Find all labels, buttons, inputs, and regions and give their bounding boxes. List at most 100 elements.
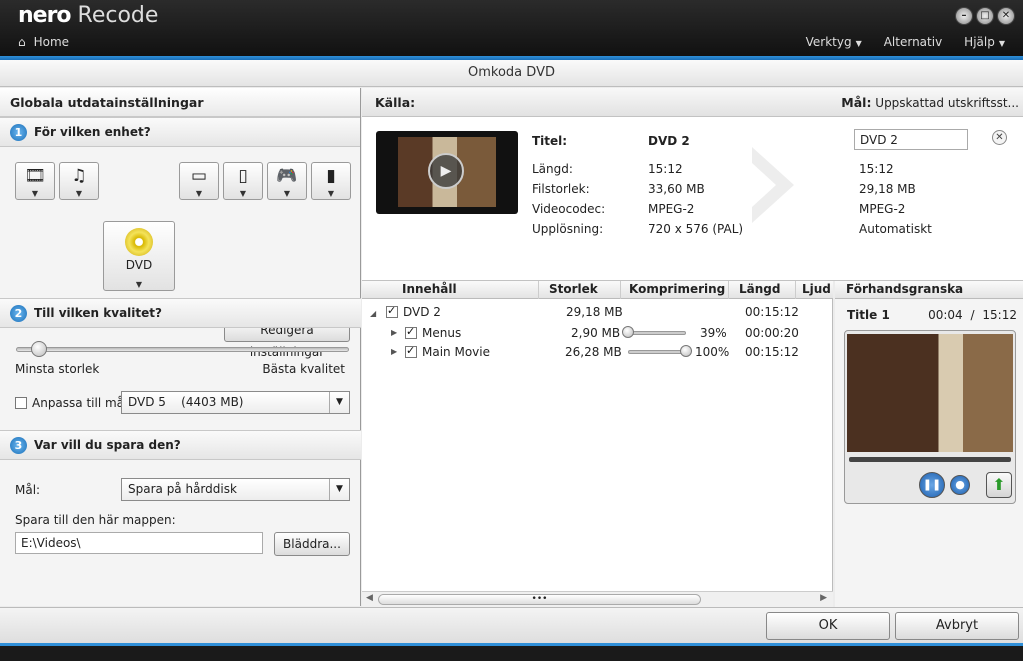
row-length: 00:00:20 — [745, 326, 799, 340]
row-checkbox[interactable] — [405, 325, 417, 339]
row-name: Menus — [422, 326, 462, 340]
section-device-title: För vilken enhet? — [34, 125, 151, 139]
chevron-down-icon: ▼ — [329, 392, 349, 413]
source-thumbnail[interactable]: ▶ — [376, 131, 518, 214]
folder-path-input[interactable]: E:\Videos\ — [15, 532, 263, 554]
play-icon[interactable]: ▶ — [428, 153, 464, 189]
preview-video[interactable] — [847, 334, 1013, 452]
horizontal-scrollbar[interactable]: ◀ ••• ▶ — [362, 591, 833, 607]
col-content[interactable]: Innehåll — [362, 281, 539, 299]
fit-to-target-checkbox[interactable] — [15, 397, 27, 409]
col-size[interactable]: Storlek — [539, 281, 621, 299]
quality-max-label: Bästa kvalitet — [262, 362, 345, 376]
chevron-left-icon[interactable]: ◀ — [366, 593, 373, 603]
device-game-button[interactable]: 🎮 ▼ — [267, 162, 307, 200]
close-icon[interactable]: ✕ — [997, 7, 1015, 25]
home-link[interactable]: ⌂ Home — [18, 35, 69, 49]
target-select[interactable]: Spara på hårddisk ▼ — [121, 478, 350, 501]
compression-slider-knob[interactable] — [622, 326, 634, 338]
target-codec: MPEG-2 — [859, 202, 906, 216]
chevron-down-icon: ▼ — [327, 189, 335, 198]
chevron-down-icon: ▼ — [283, 189, 291, 198]
section-save-title: Var vill du spara den? — [34, 438, 181, 452]
section-device: 1 För vilken enhet? — [0, 117, 360, 147]
menu-tools-label: Verktyg — [805, 35, 852, 49]
compression-slider[interactable] — [628, 350, 686, 354]
collapse-icon[interactable]: ◢ — [370, 309, 376, 318]
row-checkbox[interactable] — [405, 344, 417, 358]
label-codec: Videocodec: — [532, 202, 606, 216]
ok-button[interactable]: OK — [766, 612, 890, 640]
col-audio[interactable]: Ljud — [796, 281, 833, 299]
preview-total-time: 15:12 — [982, 308, 1017, 322]
preview-time-separator: / — [970, 308, 975, 322]
device-video-button[interactable]: 🎞 ▼ — [15, 162, 55, 200]
row-size: 2,90 MB — [571, 326, 621, 340]
minimize-icon[interactable]: – — [955, 7, 973, 25]
export-up-icon[interactable]: ⬆ — [986, 472, 1012, 498]
browse-button[interactable]: Bläddra... — [274, 532, 350, 556]
target-length: 15:12 — [859, 162, 894, 176]
title-bar: nero Recode ⌂ Home Verktyg ▼ Alternativ H… — [0, 0, 1023, 56]
row-compression: 100% — [695, 345, 730, 359]
device-player-button[interactable]: ▮ ▼ — [311, 162, 351, 200]
source-filesize: 33,60 MB — [648, 182, 705, 196]
scrollbar-thumb[interactable]: ••• — [378, 594, 701, 605]
expand-icon[interactable]: ▶ — [391, 347, 397, 356]
device-tv-button[interactable]: ▭ ▼ — [179, 162, 219, 200]
chevron-right-icon[interactable]: ▶ — [820, 593, 827, 603]
source-header-label: Källa: — [375, 95, 416, 110]
page-title: Omkoda DVD — [0, 60, 1023, 87]
step-2-badge: 2 — [10, 304, 27, 322]
device-audio-button[interactable]: ♫ ▼ — [59, 162, 99, 200]
content-table: Innehåll Storlek Komprimering Längd Ljud… — [362, 281, 833, 591]
fit-target-value: DVD 5 (4403 MB) — [128, 395, 244, 409]
source-resolution: 720 x 576 (PAL) — [648, 222, 744, 236]
maximize-icon[interactable]: □ — [976, 7, 994, 25]
menu-alternatives[interactable]: Alternativ — [884, 35, 942, 49]
label-length: Längd: — [532, 162, 573, 176]
menu-help-label: Hjälp — [964, 35, 995, 49]
chevron-down-icon: ▼ — [195, 189, 203, 198]
target-title-input[interactable]: DVD 2 — [854, 129, 968, 150]
preview-title: Title 1 — [847, 308, 890, 322]
pause-icon[interactable]: ❚❚ — [919, 472, 945, 498]
compression-slider-knob[interactable] — [680, 345, 692, 357]
device-picker: 🎞 ▼ ♫ ▼ DVD ▼ ▭ ▼ ▯ ▼ 🎮 ▼ ▮ ▼ Redigera inställ… — [0, 147, 360, 359]
top-menu: Verktyg ▼ Alternativ Hjälp ▼ — [806, 35, 1005, 49]
preview-header: Förhandsgranska — [835, 281, 1023, 299]
section-save: 3 Var vill du spara den? — [0, 430, 361, 460]
preview-seekbar[interactable] — [849, 457, 1011, 462]
device-phone-button[interactable]: ▯ ▼ — [223, 162, 263, 200]
col-length[interactable]: Längd — [729, 281, 796, 299]
section-quality-title: Till vilken kvalitet? — [34, 306, 162, 320]
source-title: DVD 2 — [648, 134, 690, 148]
chevron-down-icon: ▼ — [239, 189, 247, 198]
col-compression[interactable]: Komprimering — [621, 281, 729, 299]
home-icon: ⌂ — [18, 35, 26, 49]
quality-slider[interactable] — [16, 347, 349, 352]
compression-slider[interactable] — [628, 331, 686, 335]
stop-icon[interactable]: ● — [950, 475, 970, 495]
row-checkbox[interactable] — [386, 304, 398, 318]
chevron-down-icon: ▼ — [75, 189, 83, 198]
menu-tools[interactable]: Verktyg ▼ — [806, 35, 862, 49]
source-info-panel: ▶ Titel: Längd: Filstorlek: Videocodec: … — [362, 117, 1023, 281]
row-length: 00:15:12 — [745, 345, 799, 359]
expand-icon[interactable]: ▶ — [391, 328, 397, 337]
device-dvd-button[interactable]: DVD ▼ — [103, 221, 175, 291]
footer-bar — [0, 643, 1023, 661]
media-player-icon: ▮ — [326, 166, 336, 186]
cancel-button[interactable]: Avbryt — [895, 612, 1019, 640]
source-header: Källa: Mål: Uppskattad utskriftsst... — [362, 88, 1023, 117]
row-compression: 39% — [700, 326, 727, 340]
row-length: 00:15:12 — [745, 305, 799, 319]
monitor-icon: ▭ — [190, 166, 208, 186]
menu-help[interactable]: Hjälp ▼ — [964, 35, 1005, 49]
fit-target-select[interactable]: DVD 5 (4403 MB) ▼ — [121, 391, 350, 414]
device-dvd-label: DVD — [125, 258, 153, 272]
close-icon[interactable]: ✕ — [992, 130, 1007, 145]
app-logo: nero Recode — [18, 3, 158, 28]
arrow-right-inner — [752, 163, 776, 207]
section-quality: 2 Till vilken kvalitet? — [0, 298, 361, 328]
